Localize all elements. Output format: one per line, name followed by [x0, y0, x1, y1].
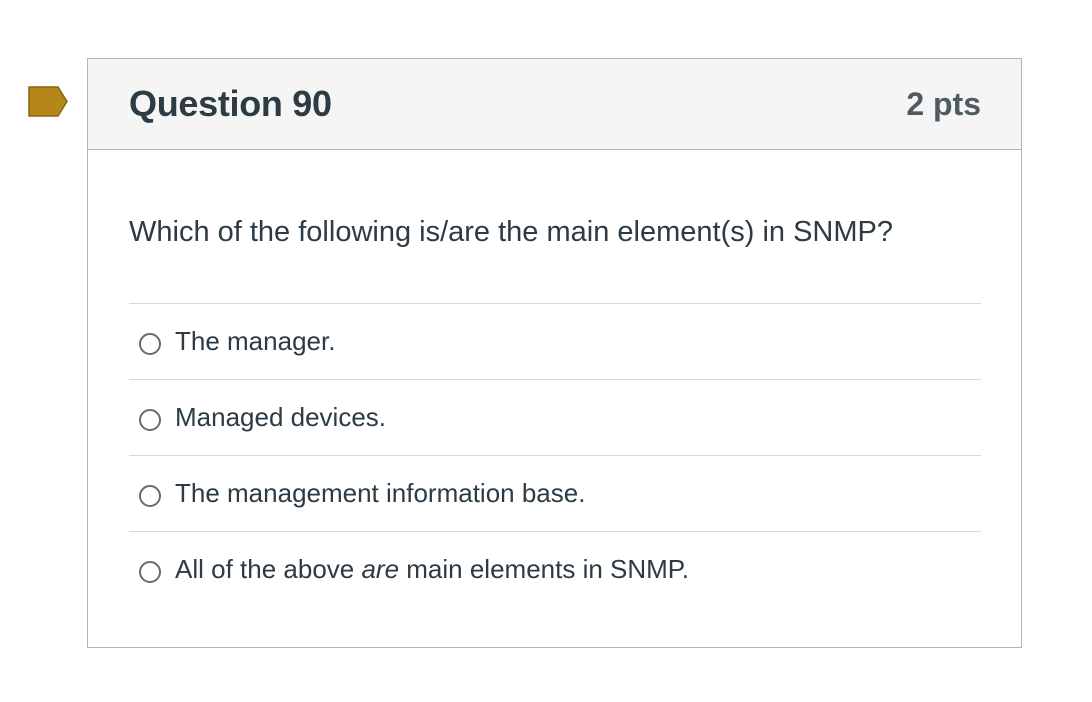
flag-question-icon[interactable] — [28, 86, 68, 117]
answer-label-part: main elements in SNMP. — [399, 554, 690, 584]
answer-label[interactable]: The management information base. — [175, 478, 585, 509]
radio-button[interactable] — [139, 484, 161, 507]
answer-label-part: All of the above — [175, 554, 362, 584]
answer-label[interactable]: All of the above are main elements in SN… — [175, 554, 689, 585]
question-title: Question 90 — [129, 83, 332, 124]
answer-option-2[interactable]: Managed devices. — [129, 380, 981, 456]
answer-list: The manager. Managed devices. The manage… — [129, 303, 981, 607]
question-header: Question 90 2 pts — [88, 59, 1021, 150]
question-card: Question 90 2 pts Which of the following… — [87, 58, 1022, 648]
question-points: 2 pts — [906, 85, 981, 122]
answer-option-4[interactable]: All of the above are main elements in SN… — [129, 532, 981, 607]
question-text: Which of the following is/are the main e… — [129, 216, 893, 248]
question-body: Which of the following is/are the main e… — [88, 214, 1021, 607]
answer-label-emphasis: are — [361, 554, 400, 584]
answer-option-3[interactable]: The management information base. — [129, 456, 981, 532]
answer-label[interactable]: Managed devices. — [175, 402, 386, 433]
answer-label[interactable]: The manager. — [175, 326, 335, 357]
answer-option-1[interactable]: The manager. — [129, 304, 981, 380]
radio-button[interactable] — [139, 560, 161, 583]
radio-button[interactable] — [139, 408, 161, 431]
radio-button[interactable] — [139, 332, 161, 355]
